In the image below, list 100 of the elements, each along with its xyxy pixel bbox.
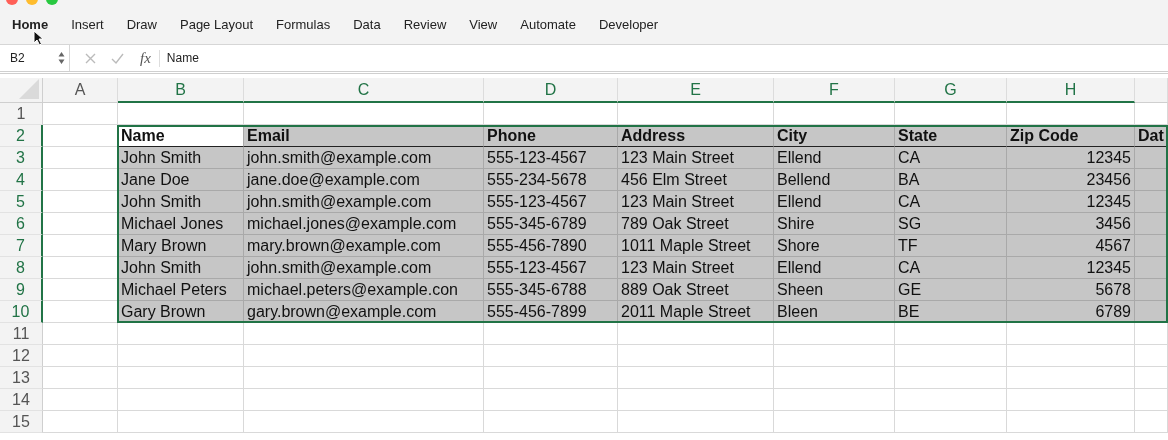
empty-cell	[1135, 345, 1168, 367]
stepper-icon[interactable]	[58, 51, 65, 65]
table-cell: gary.brown@example.com	[244, 301, 484, 323]
row-header[interactable]: 7	[0, 235, 43, 257]
column-header[interactable]	[1135, 78, 1168, 103]
table-cell: 5678	[1007, 279, 1135, 301]
ribbon-tab[interactable]: Formulas	[274, 15, 343, 36]
table-cell: 555-456-7890	[484, 235, 618, 257]
ribbon-tab[interactable]: Review	[401, 15, 459, 36]
table-cell: 456 Elm Street	[618, 169, 774, 191]
table-cell: 555-456-7899	[484, 301, 618, 323]
row-header[interactable]: 15	[0, 411, 43, 433]
table-cell: 4567	[1007, 235, 1135, 257]
table-cell: Ellend	[774, 191, 895, 213]
table-cell: john.smith@example.com	[244, 147, 484, 169]
select-all-button[interactable]	[0, 78, 43, 103]
row-header[interactable]: 14	[0, 389, 43, 411]
table-cell: John Smith	[118, 257, 244, 279]
table-cell: TF	[895, 235, 1007, 257]
table-cell: michael.peters@example.con	[244, 279, 484, 301]
table-cell: BA	[895, 169, 1007, 191]
empty-cell	[1135, 323, 1168, 345]
table-cell: Shore	[774, 235, 895, 257]
table-cell: 555-345-6788	[484, 279, 618, 301]
table-cell: SG	[895, 213, 1007, 235]
table-cell: Jane Doe	[118, 169, 244, 191]
empty-cell	[1135, 389, 1168, 411]
table-cell: GE	[895, 279, 1007, 301]
table-cell: Shire	[774, 213, 895, 235]
ribbon-tab[interactable]: Developer	[596, 15, 671, 36]
ribbon-tab[interactable]: Home	[10, 15, 61, 36]
table-cell: 12345	[1007, 257, 1135, 279]
table-cell: Bleen	[774, 301, 895, 323]
column-header[interactable]: C	[244, 78, 484, 103]
table-cell: 555-123-4567	[484, 147, 618, 169]
table-cell: john.smith@example.com	[244, 257, 484, 279]
name-box[interactable]: B2	[0, 45, 70, 71]
header-cell: State	[895, 125, 1007, 147]
column-header[interactable]: F	[774, 78, 895, 103]
table-cell: CA	[895, 147, 1007, 169]
column-header[interactable]: A	[43, 78, 118, 103]
table-cell: CA	[895, 191, 1007, 213]
header-cell: Phone	[484, 125, 618, 147]
row-header[interactable]: 1	[0, 103, 43, 125]
column-header[interactable]: H	[1007, 78, 1135, 103]
insert-function-button[interactable]: fx	[140, 49, 160, 67]
row-header[interactable]: 13	[0, 367, 43, 389]
table-cell: 789 Oak Street	[618, 213, 774, 235]
row-header[interactable]: 6	[0, 213, 43, 235]
table-cell: Ellend	[774, 257, 895, 279]
checkmark-icon[interactable]	[111, 51, 124, 65]
header-cell: Email	[244, 125, 484, 147]
table-cell: BE	[895, 301, 1007, 323]
ribbon-tab[interactable]: View	[467, 15, 510, 36]
ribbon-tab[interactable]: Automate	[518, 15, 588, 36]
table-cell: 1011 Maple Street	[618, 235, 774, 257]
table-cell: John Smith	[118, 191, 244, 213]
row-header[interactable]: 8	[0, 257, 43, 279]
cancel-icon[interactable]	[84, 51, 97, 65]
table-cell: jane.doe@example.com	[244, 169, 484, 191]
table-cell: 123 Main Street	[618, 257, 774, 279]
table-cell: Bellend	[774, 169, 895, 191]
row-header[interactable]: 5	[0, 191, 43, 213]
row-header[interactable]: 4	[0, 169, 43, 191]
column-header[interactable]: G	[895, 78, 1007, 103]
table-cell: 555-345-6789	[484, 213, 618, 235]
row-header[interactable]: 2	[0, 125, 43, 147]
table-cell: Mary Brown	[118, 235, 244, 257]
column-header[interactable]: D	[484, 78, 618, 103]
table-cell: mary.brown@example.com	[244, 235, 484, 257]
ribbon-tab[interactable]: Page Layout	[178, 15, 265, 36]
table-cell: 123 Main Street	[618, 147, 774, 169]
table-cell: michael.jones@example.com	[244, 213, 484, 235]
empty-cell	[1135, 411, 1168, 433]
ribbon-tab[interactable]: Data	[351, 15, 393, 36]
header-cell: Zip Code	[1007, 125, 1135, 147]
row-header[interactable]: 9	[0, 279, 43, 301]
formula-field[interactable]: Name	[166, 51, 199, 65]
table-cell: 555-123-4567	[484, 191, 618, 213]
ribbon-tab[interactable]: Insert	[69, 15, 116, 36]
row-header[interactable]: 11	[0, 323, 43, 345]
empty-cell	[1135, 103, 1168, 125]
row-header[interactable]: 12	[0, 345, 43, 367]
table-cell: Michael Jones	[118, 213, 244, 235]
table-cell: 12345	[1007, 191, 1135, 213]
table-cell: Ellend	[774, 147, 895, 169]
table-cell: 889 Oak Street	[618, 279, 774, 301]
table-cell: 3456	[1007, 213, 1135, 235]
ribbon-tab[interactable]: Draw	[124, 15, 169, 36]
table-cell: john.smith@example.com	[244, 191, 484, 213]
column-header[interactable]: B	[118, 78, 244, 103]
row-header[interactable]: 3	[0, 147, 43, 169]
empty-cell	[1135, 367, 1168, 389]
table-cell: CA	[895, 257, 1007, 279]
header-cell: City	[774, 125, 895, 147]
table-cell: 6789	[1007, 301, 1135, 323]
row-header[interactable]: 10	[0, 301, 43, 323]
table-cell: 555-123-4567	[484, 257, 618, 279]
column-header[interactable]: E	[618, 78, 774, 103]
table-cell: 555-234-5678	[484, 169, 618, 191]
